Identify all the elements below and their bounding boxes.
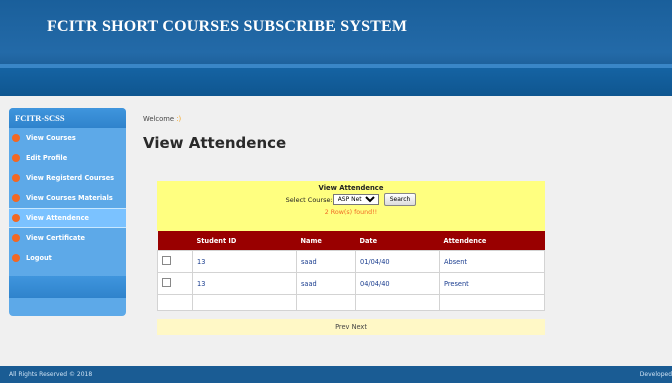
sidebar-item-edit-profile[interactable]: Edit Profile: [9, 148, 126, 168]
welcome-smiley: :): [176, 115, 182, 123]
site-footer: All Rights Reserved © 2018 Developed: [0, 366, 672, 383]
bullet-icon: [12, 174, 20, 182]
sidebar-item-course-materials[interactable]: View Courses Materials: [9, 188, 126, 208]
bullet-icon: [12, 214, 20, 222]
header-date: Date: [355, 231, 440, 251]
bullet-icon: [12, 194, 20, 202]
course-filter-row: Select Course: ASP Net Search: [157, 193, 545, 206]
sidebar-item-label: View Courses: [26, 134, 76, 142]
empty-cell: [192, 294, 297, 311]
sidebar-item-logout[interactable]: Logout: [9, 248, 126, 268]
select-course-label: Select Course:: [285, 195, 333, 204]
sidebar-item-label: Edit Profile: [26, 154, 68, 162]
sidebar-item-registered-courses[interactable]: View Registerd Courses: [9, 168, 126, 188]
table-row-empty: [157, 294, 545, 311]
empty-cell: [355, 294, 440, 311]
course-select[interactable]: ASP Net: [332, 194, 379, 205]
cell-student-id: 13: [192, 250, 297, 273]
cell-date: 04/04/40: [355, 272, 440, 295]
sidebar-footer: [9, 276, 126, 298]
copyright-text: All Rights Reserved © 2018: [9, 371, 93, 378]
empty-cell: [157, 294, 193, 311]
page-title: View Attendence: [143, 134, 287, 152]
cell-attendence: Absent: [439, 250, 545, 273]
site-title: FCITR SHORT COURSES SUBSCRIBE SYSTEM: [47, 18, 408, 35]
sidebar-item-view-certificate[interactable]: View Certificate: [9, 228, 126, 248]
sidebar-item-label: Logout: [26, 254, 52, 262]
empty-cell: [296, 294, 356, 311]
next-link[interactable]: Next: [352, 323, 367, 331]
sidebar-item-view-courses[interactable]: View Courses: [9, 128, 126, 148]
cell-name: saad: [296, 272, 356, 295]
header-student-id: Student ID: [192, 231, 297, 251]
sidebar-item-label: View Registerd Courses: [26, 174, 115, 182]
site-header: FCITR SHORT COURSES SUBSCRIBE SYSTEM: [0, 0, 672, 96]
prev-link[interactable]: Prev: [335, 323, 349, 331]
sidebar-item-label: View Courses Materials: [26, 194, 113, 202]
row-checkbox[interactable]: [162, 256, 171, 265]
welcome-label: Welcome: [143, 115, 175, 123]
table-row: 13 saad 01/04/40 Absent: [157, 250, 545, 273]
cell-student-id: 13: [192, 272, 297, 295]
header-name: Name: [296, 231, 356, 251]
bullet-icon: [12, 254, 20, 262]
sidebar-item-label: View Attendence: [26, 214, 89, 222]
cell-date: 01/04/40: [355, 250, 440, 273]
row-select-cell: [157, 272, 193, 295]
rows-found-message: 2 Row(s) found!!: [324, 209, 378, 216]
welcome-text: Welcome :): [143, 115, 181, 123]
pager: Prev Next: [157, 319, 545, 335]
developer-text: Developed: [639, 371, 672, 378]
sidebar-item-label: View Certificate: [26, 234, 85, 242]
bullet-icon: [12, 134, 20, 142]
attendence-table: Student ID Name Date Attendence 13 saad …: [157, 231, 545, 311]
header-attendence: Attendence: [439, 231, 545, 251]
empty-cell: [439, 294, 545, 311]
row-checkbox[interactable]: [162, 278, 171, 287]
table-row: 13 saad 04/04/40 Present: [157, 272, 545, 295]
sidebar-menu: View Courses Edit Profile View Registerd…: [9, 128, 126, 268]
sidebar: FCITR-SCSS View Courses Edit Profile Vie…: [9, 108, 126, 316]
cell-name: saad: [296, 250, 356, 273]
sidebar-title: FCITR-SCSS: [9, 108, 126, 128]
header-band: [0, 68, 672, 96]
table-header-row: Student ID Name Date Attendence: [157, 231, 545, 251]
bullet-icon: [12, 154, 20, 162]
row-select-cell: [157, 250, 193, 273]
sidebar-item-view-attendence[interactable]: View Attendence: [9, 208, 126, 228]
bullet-icon: [12, 234, 20, 242]
panel-title: View Attendence: [318, 184, 384, 192]
cell-attendence: Present: [439, 272, 545, 295]
header-select: [157, 231, 193, 251]
search-panel: View Attendence Select Course: ASP Net S…: [157, 181, 545, 231]
search-button[interactable]: Search: [383, 193, 417, 206]
